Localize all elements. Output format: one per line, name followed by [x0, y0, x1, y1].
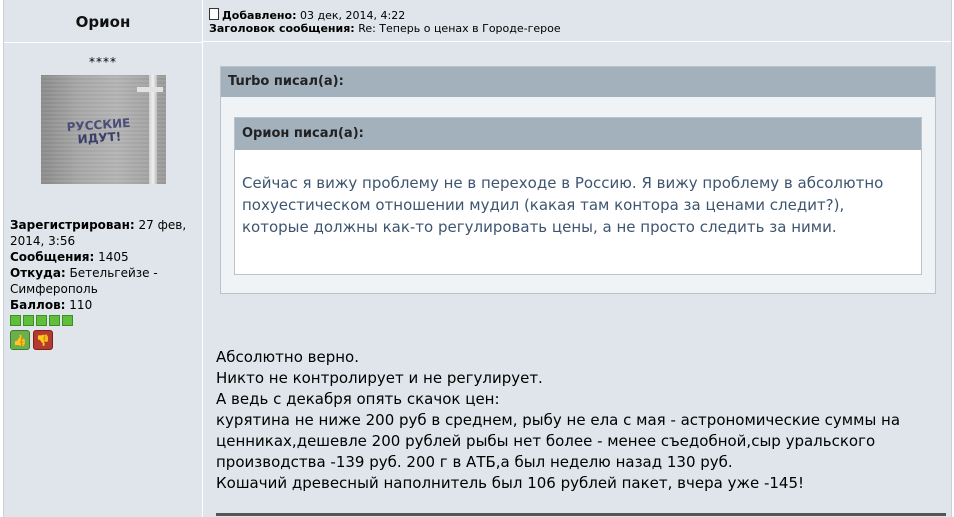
body-line: Никто не контролирует и не регулирует.: [216, 369, 543, 387]
post-link-icon[interactable]: [209, 8, 219, 20]
inner-quote-text: Сейчас я вижу проблему не в переходе в Р…: [242, 174, 884, 236]
avatar: РУССКИЕ ИДУТ!: [40, 75, 166, 184]
signature-divider: [216, 513, 946, 516]
posts-field: Сообщения: 1405: [10, 250, 129, 264]
forum-post: Орион **** РУССКИЕ ИДУТ! Зарегистрирован…: [3, 0, 952, 517]
message-header: Добавлено: 03 дек, 2014, 4:22 Заголовок …: [203, 0, 951, 42]
body-line: курятина не ниже 200 руб в среднем, рыбу…: [216, 411, 901, 471]
avatar-graffiti: РУССКИЕ ИДУТ!: [65, 115, 131, 147]
thumbs-up-icon[interactable]: 👍: [10, 330, 30, 350]
body-line: Абсолютно верно.: [216, 348, 359, 366]
author-rank: ****: [89, 55, 117, 69]
body-line: Кошачий древесный наполнитель был 106 ру…: [216, 474, 805, 492]
points-field: Баллов: 110: [10, 298, 93, 312]
thumbs-down-icon[interactable]: 👎: [33, 330, 53, 350]
rating-square: [49, 315, 60, 326]
vote-buttons: 👍 👎: [10, 330, 202, 350]
message-body: Абсолютно верно. Никто не контролирует и…: [216, 347, 936, 494]
rating-square: [10, 315, 21, 326]
author-panel: Орион **** РУССКИЕ ИДУТ! Зарегистрирован…: [4, 0, 203, 517]
post-subject: Re: Теперь о ценах в Городе-герое: [358, 22, 561, 35]
author-info: Зарегистрирован: 27 фев, 2014, 3:56 Сооб…: [10, 217, 198, 313]
post-date: 03 дек, 2014, 4:22: [300, 9, 406, 22]
message-panel: Добавлено: 03 дек, 2014, 4:22 Заголовок …: [203, 0, 951, 517]
rating-squares: [10, 315, 202, 326]
body-line: А ведь с декабря опять скачок цен:: [216, 390, 500, 408]
location-field: Откуда: Бетельгейзе - Симферополь: [10, 266, 158, 296]
rating-square: [23, 315, 34, 326]
outer-quote-author: Turbo писал(а):: [221, 67, 935, 97]
author-name[interactable]: Орион: [4, 0, 202, 43]
inner-quote-author: Орион писал(а):: [235, 118, 921, 150]
rating-square: [62, 315, 73, 326]
outer-quote: Turbo писал(а): Орион писал(а): Сейчас я…: [220, 66, 936, 294]
inner-quote: Орион писал(а): Сейчас я вижу проблему н…: [234, 117, 922, 275]
registered-field: Зарегистрирован: 27 фев, 2014, 3:56: [10, 218, 187, 248]
rating-square: [36, 315, 47, 326]
